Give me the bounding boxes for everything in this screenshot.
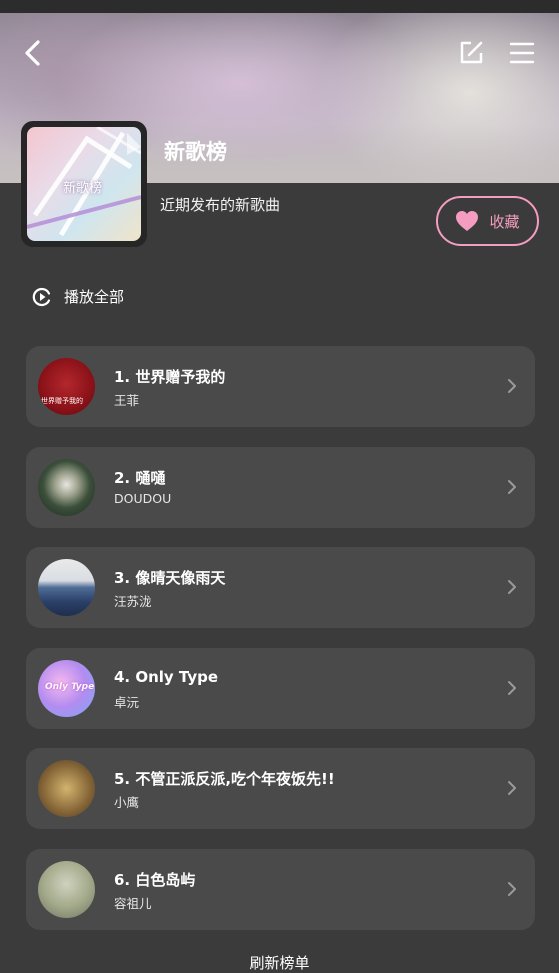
song-item[interactable]: 6. 白色岛屿 容祖儿: [26, 848, 535, 930]
song-title: 5. 不管正派反派,吃个年夜饭先!!: [114, 770, 335, 788]
album-art: Only Type: [38, 659, 95, 717]
play-circle-icon: [32, 287, 51, 306]
playlist-cover: 新歌榜: [21, 121, 147, 247]
play-all-button[interactable]: 播放全部: [32, 286, 124, 307]
playlist-title: 新歌榜: [164, 140, 227, 164]
song-item[interactable]: 3. 像晴天像雨天 汪苏泷: [26, 547, 535, 628]
cover-text: 新歌榜: [63, 181, 103, 196]
album-art: 世界赠予我的: [38, 358, 95, 415]
chevron-right-icon: [508, 479, 516, 494]
playlist-description: 近期发布的新歌曲: [160, 196, 281, 214]
album-art-text: 世界赠予我的: [41, 397, 83, 405]
chevron-right-icon: [508, 379, 516, 393]
song-title: 2. 嗵嗵: [114, 468, 166, 487]
album-art: [38, 559, 95, 616]
album-art-text: Only Type: [45, 681, 95, 692]
edit-icon: [460, 41, 483, 64]
album-art: [38, 760, 95, 817]
song-artist: 卓沅: [114, 694, 140, 710]
song-title: 1. 世界赠予我的: [114, 368, 226, 386]
song-artist: 王菲: [114, 393, 140, 408]
album-art: [38, 860, 95, 918]
song-list: 世界赠予我的 1. 世界赠予我的 王菲 2. 嗵嗵 DOUDOU 3. 像晴天像…: [26, 346, 535, 949]
status-bar: [0, 0, 559, 13]
song-title: 3. 像晴天像雨天: [114, 569, 226, 587]
menu-button[interactable]: [505, 36, 539, 70]
favorite-label: 收藏: [489, 212, 520, 231]
song-artist: 容祖儿: [114, 895, 152, 911]
chevron-right-icon: [508, 680, 516, 695]
song-artist: 汪苏泷: [114, 594, 152, 609]
song-artist: DOUDOU: [114, 490, 172, 506]
song-title: 4. Only Type: [114, 667, 219, 686]
song-item[interactable]: 世界赠予我的 1. 世界赠予我的 王菲: [26, 346, 535, 427]
chevron-right-icon: [508, 580, 516, 594]
song-item[interactable]: 2. 嗵嗵 DOUDOU: [26, 446, 535, 528]
chevron-left-icon: [25, 40, 40, 66]
song-artist: 小鹰: [114, 795, 140, 810]
song-item[interactable]: 5. 不管正派反派,吃个年夜饭先!! 小鹰: [26, 748, 535, 829]
song-title: 6. 白色岛屿: [114, 870, 196, 889]
back-button[interactable]: [16, 36, 50, 70]
album-art: [38, 458, 95, 516]
play-all-label: 播放全部: [64, 288, 125, 306]
song-item[interactable]: Only Type 4. Only Type 卓沅: [26, 647, 535, 729]
chevron-right-icon: [508, 881, 516, 896]
edit-button[interactable]: [454, 36, 488, 70]
chevron-right-icon: [508, 781, 516, 795]
favorite-button[interactable]: 收藏: [436, 196, 539, 246]
menu-icon: [509, 42, 535, 64]
heart-icon: [456, 211, 479, 231]
refresh-list-button[interactable]: 刷新榜单: [0, 952, 559, 973]
